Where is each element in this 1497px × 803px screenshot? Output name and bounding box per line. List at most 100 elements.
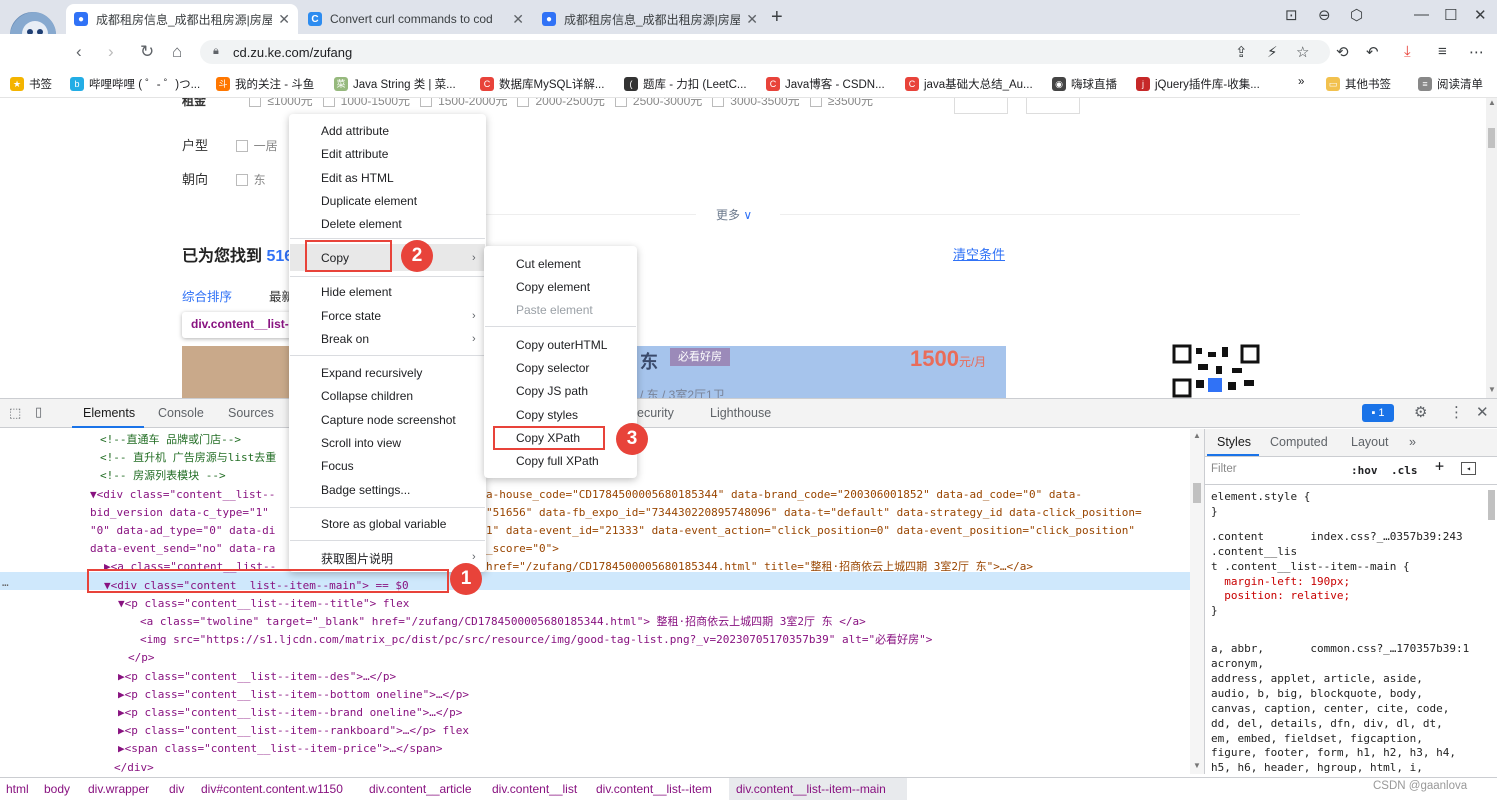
hover-state-toggle[interactable]: :hov: [1351, 463, 1378, 478]
inspect-icon[interactable]: ⬚: [9, 405, 21, 421]
checkbox[interactable]: [712, 98, 725, 107]
dom-code-line[interactable]: <a class="twoline" target="_blank" href=…: [0, 613, 1190, 631]
close-tab-icon[interactable]: ✕: [512, 11, 524, 28]
tab-sources[interactable]: Sources: [228, 406, 274, 420]
style-rule-line[interactable]: .content index.css?_…0357b39:243: [1211, 529, 1463, 544]
toggle-sidebar-icon[interactable]: ◂: [1461, 462, 1476, 475]
style-rule-line[interactable]: .content__lis: [1211, 544, 1297, 559]
styles-scrollbar-thumb[interactable]: [1488, 490, 1495, 520]
style-rule-line[interactable]: }: [1211, 504, 1218, 519]
breadcrumb-item[interactable]: div: [169, 782, 184, 796]
submenu-copy-styles[interactable]: Copy styles: [516, 408, 578, 422]
reading-list[interactable]: ≡ 阅读清单: [1418, 76, 1483, 92]
add-rule-icon[interactable]: +: [1435, 459, 1444, 474]
bookmark-item[interactable]: ★ 书签: [10, 76, 52, 92]
menu-expand-recursively[interactable]: Expand recursively: [321, 366, 422, 380]
submenu-copy-outerhtml[interactable]: Copy outerHTML: [516, 338, 607, 352]
undo-icon[interactable]: ↶: [1366, 43, 1379, 61]
bookmark-item[interactable]: Cjava基础大总结_Au...: [905, 76, 1033, 92]
checkbox[interactable]: [322, 98, 335, 107]
menu-hide-element[interactable]: Hide element: [321, 285, 392, 299]
star-icon[interactable]: ☆: [1296, 43, 1309, 61]
menu-get-image-caption[interactable]: 获取图片说明: [321, 550, 393, 567]
issues-badge[interactable]: ▪ 1: [1362, 404, 1394, 422]
page-scrollbar[interactable]: ▲ ▼: [1486, 98, 1497, 398]
menu-duplicate-element[interactable]: Duplicate element: [321, 194, 417, 208]
submenu-copy-element[interactable]: Copy element: [516, 280, 590, 294]
checkbox[interactable]: [420, 98, 433, 107]
style-rule-line[interactable]: canvas, caption, center, cite, code,: [1211, 701, 1449, 716]
maximize-icon[interactable]: ☐: [1444, 6, 1457, 24]
rent-min-input[interactable]: [954, 98, 1008, 114]
scroll-thumb[interactable]: [1193, 483, 1201, 503]
breadcrumb-item[interactable]: html: [6, 782, 29, 796]
listing-thumbnail[interactable]: [182, 346, 292, 398]
checkbox[interactable]: [249, 98, 262, 107]
dom-code-line[interactable]: ▶<p class="content__list--item--rankboar…: [0, 722, 1190, 740]
share-icon[interactable]: ⇪: [1235, 43, 1248, 61]
type-option[interactable]: 一居: [235, 139, 278, 153]
tab-styles[interactable]: Styles: [1217, 435, 1251, 449]
tab-console[interactable]: Console: [158, 406, 204, 420]
rent-option[interactable]: 3000-3500元: [712, 98, 800, 108]
style-rule-line[interactable]: t .content__list--item--main {: [1211, 559, 1410, 574]
bookmark-item[interactable]: b 哔哩哔哩 ( ゜- ゜)つ...: [70, 76, 200, 92]
facing-option[interactable]: 东: [235, 173, 266, 187]
submenu-cut-element[interactable]: Cut element: [516, 257, 581, 271]
tab-1[interactable]: ● 成都租房信息_成都出租房源|房屋 ✕: [66, 4, 298, 34]
breadcrumb-item[interactable]: div.content__list--item: [596, 782, 712, 796]
rent-option[interactable]: 1000-1500元: [322, 98, 410, 108]
scroll-up-icon[interactable]: ▲: [1488, 98, 1496, 107]
settings-gear-icon[interactable]: ⚙: [1414, 403, 1427, 421]
listing-title-tail[interactable]: 东: [640, 348, 658, 374]
forward-icon[interactable]: ›: [108, 42, 114, 62]
dom-code-attr-continuation[interactable]: 1" data-event_id="21333" data-event_acti…: [486, 522, 1190, 540]
home-icon[interactable]: ⌂: [172, 42, 182, 62]
style-rule-line[interactable]: address, applet, article, aside,: [1211, 671, 1423, 686]
dom-code-line[interactable]: ▶<p class="content__list--item--brand on…: [0, 704, 1190, 722]
bookmark-folder[interactable]: ▭ 其他书签: [1326, 76, 1391, 92]
dom-code-line[interactable]: </p>: [0, 649, 1190, 667]
style-rule-line[interactable]: h5, h6, header, hgroup, html, i,: [1211, 760, 1423, 774]
breadcrumb-item[interactable]: div.content__article: [369, 782, 472, 796]
scroll-thumb[interactable]: [1488, 128, 1495, 148]
menu-edit-as-html[interactable]: Edit as HTML: [321, 171, 394, 185]
reload-icon[interactable]: ↻: [140, 42, 154, 62]
checkbox[interactable]: [235, 174, 248, 186]
more-tabs-icon[interactable]: »: [1409, 435, 1416, 449]
tab-computed[interactable]: Computed: [1270, 435, 1328, 449]
flash-icon[interactable]: ⚡︎: [1267, 43, 1278, 61]
menu-delete-element[interactable]: Delete element: [321, 217, 402, 231]
dom-code-line[interactable]: ▼<p class="content__list--item--title"> …: [0, 595, 1190, 613]
style-rule-line[interactable]: position: relative;: [1211, 588, 1350, 603]
menu-force-state[interactable]: Force state: [321, 309, 381, 323]
menu-edit-attribute[interactable]: Edit attribute: [321, 147, 388, 161]
dom-code-attr-continuation[interactable]: a-house_code="CD1784500005680185344" dat…: [486, 486, 1190, 504]
style-rule-line[interactable]: dd, del, details, dfn, div, dl, dt,: [1211, 716, 1443, 731]
rent-max-input[interactable]: [1026, 98, 1080, 114]
kebab-menu-icon[interactable]: ⋮: [1449, 403, 1464, 421]
style-rule-line[interactable]: em, embed, fieldset, figcaption,: [1211, 731, 1423, 746]
rent-option[interactable]: ≥3500元: [809, 98, 873, 108]
tab-3[interactable]: ● 成都租房信息_成都出租房源|房屋 ✕: [534, 4, 766, 34]
rent-option[interactable]: 2000-2500元: [517, 98, 605, 108]
tab-elements[interactable]: Elements: [83, 406, 135, 420]
scroll-down-icon[interactable]: ▼: [1193, 761, 1201, 770]
address-bar[interactable]: [200, 40, 1330, 64]
tab-security[interactable]: ecurity: [637, 406, 674, 420]
filter-input[interactable]: Filter: [1211, 462, 1341, 480]
sync-icon[interactable]: ⟲: [1336, 43, 1349, 61]
menu-add-attribute[interactable]: Add attribute: [321, 124, 389, 138]
close-devtools-icon[interactable]: ✕: [1476, 403, 1489, 421]
clear-filters-link[interactable]: 清空条件: [953, 244, 1005, 263]
minimize-icon[interactable]: —: [1414, 6, 1429, 23]
style-rule-line[interactable]: audio, b, big, blockquote, body,: [1211, 686, 1423, 701]
elements-tree[interactable]: <!--直通车 品牌或门店--> <!-- 直升机 广告房源与list去重 <!--…: [0, 429, 1190, 774]
breadcrumb-item[interactable]: div.wrapper: [88, 782, 149, 796]
menu-capture-node-screenshot[interactable]: Capture node screenshot: [321, 413, 456, 427]
breadcrumb-item-active[interactable]: div.content__list--item--main: [736, 782, 886, 796]
scroll-down-icon[interactable]: ▼: [1488, 385, 1496, 394]
checkbox[interactable]: [614, 98, 627, 107]
dom-code-attr-continuation[interactable]: "51656" data-fb_expo_id="734430220895748…: [486, 504, 1190, 522]
dom-code-attr-continuation[interactable]: _score="0">: [486, 540, 1190, 558]
